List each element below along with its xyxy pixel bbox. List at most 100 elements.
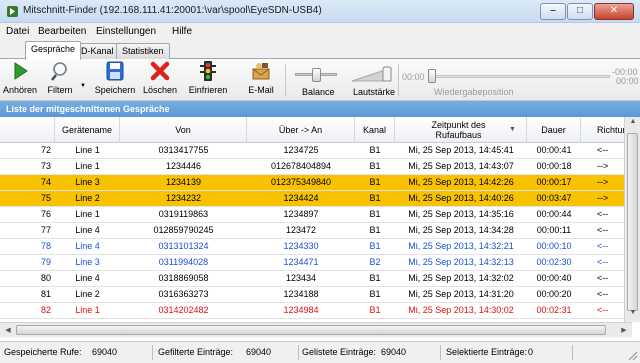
table-row[interactable]: 72 Line 1 0313417755 1234725 B1 Mi, 25 Sep 20… <box>0 143 632 159</box>
duration-cell: 00:00:44 <box>536 209 572 219</box>
status-selected-value: 0 <box>528 347 534 357</box>
balance-slider-knob[interactable] <box>312 68 321 82</box>
tab-gespraeche[interactable]: Gespräche <box>25 41 82 60</box>
menu-bearbeiten[interactable]: Bearbeiten <box>38 26 86 37</box>
table-row[interactable]: 73 Line 1 1234446 012678404894 B1 Mi, 25 Sep … <box>0 159 632 175</box>
row-index: 76 <box>40 209 51 219</box>
playback-track[interactable] <box>428 75 610 78</box>
delete-button[interactable]: Löschen <box>140 61 180 99</box>
duration-cell: 00:00:20 <box>536 289 572 299</box>
to-cell: 1234330 <box>283 241 319 251</box>
row-index: 82 <box>40 305 51 315</box>
volume-slider[interactable] <box>351 66 393 82</box>
time-cell: Mi, 25 Sep 2013, 14:32:13 <box>408 257 514 267</box>
playback-start-time: 00:00 <box>402 72 425 82</box>
status-listed-label: Gelistete Einträge: <box>302 347 377 357</box>
tab-d-kanal[interactable]: D-Kanal <box>75 43 120 59</box>
channel-cell: B1 <box>369 209 381 219</box>
table-row[interactable]: 80 Line 4 0318869058 123434 B1 Mi, 25 Sep 201… <box>0 271 632 287</box>
minimize-button[interactable]: – <box>540 3 566 20</box>
menu-datei[interactable]: Datei <box>6 26 29 37</box>
balance-label: Balance <box>302 87 335 97</box>
device-cell: Line 2 <box>75 193 100 203</box>
from-cell: 1234139 <box>165 177 202 187</box>
filter-dropdown-icon[interactable]: ▼ <box>80 83 86 89</box>
menu-hilfe[interactable]: Hilfe <box>172 26 192 37</box>
freeze-button[interactable]: Einfrieren <box>184 61 232 99</box>
header-channel[interactable]: Kanal <box>355 117 395 143</box>
from-cell: 0313417755 <box>158 145 209 155</box>
table-row[interactable]: 75 Line 2 1234232 1234424 B1 Mi, 25 Sep 2013,… <box>0 191 632 207</box>
vertical-scroll-thumb[interactable] <box>627 133 638 311</box>
vertical-scrollbar[interactable]: ▲ ▼ <box>624 117 640 322</box>
playback-label: Wiedergabeposition <box>434 87 514 97</box>
email-button[interactable]: E-Mail <box>244 61 278 99</box>
from-cell: 0318869058 <box>158 273 209 283</box>
red-x-icon <box>150 61 170 81</box>
from-cell: 0314202482 <box>158 305 209 315</box>
time-cell: Mi, 25 Sep 2013, 14:42:26 <box>408 177 514 187</box>
filter-button[interactable]: Filtern <box>40 61 80 99</box>
to-cell: 012678404894 <box>270 161 332 171</box>
header-device[interactable]: Gerätename <box>55 117 120 143</box>
toolbar: Anhören Filtern ▼ Speichern Löschen Einf… <box>0 59 640 101</box>
table-row[interactable]: 79 Line 3 0311994028 1234471 B2 Mi, 25 Sep 20… <box>0 255 632 271</box>
table-row[interactable]: 78 Line 4 0313101324 1234330 B1 Mi, 25 Sep 20… <box>0 239 632 255</box>
header-from[interactable]: Von <box>120 117 247 143</box>
device-cell: Line 3 <box>75 257 100 267</box>
table-row[interactable]: 76 Line 1 0319119863 1234897 B1 Mi, 25 Sep 20… <box>0 207 632 223</box>
device-cell: Line 4 <box>75 241 100 251</box>
to-cell: 1234424 <box>283 193 319 203</box>
device-cell: Line 4 <box>75 225 100 235</box>
duration-cell: 00:02:30 <box>536 257 572 267</box>
channel-cell: B1 <box>369 225 381 235</box>
to-cell: 1234471 <box>283 257 319 267</box>
header-to[interactable]: Über -> An <box>247 117 355 143</box>
device-cell: Line 4 <box>75 273 100 283</box>
menu-einstellungen[interactable]: Einstellungen <box>96 26 156 37</box>
table-row[interactable]: 81 Line 2 0316363273 1234188 B1 Mi, 25 Sep 20… <box>0 287 632 303</box>
to-cell: 1234984 <box>283 305 319 315</box>
scroll-up-icon[interactable]: ▲ <box>625 118 640 132</box>
tab-strip: Gespräche D-Kanal Statistiken <box>0 41 640 60</box>
duration-cell: 00:00:10 <box>536 241 572 251</box>
menu-bar: Datei Bearbeiten Einstellungen Hilfe <box>0 23 640 41</box>
row-index: 74 <box>40 177 51 187</box>
time-cell: Mi, 25 Sep 2013, 14:45:41 <box>408 145 514 155</box>
time-cell: Mi, 25 Sep 2013, 14:34:28 <box>408 225 514 235</box>
scroll-right-icon[interactable]: ▶ <box>617 324 631 337</box>
close-button[interactable]: ✕ <box>594 3 634 20</box>
header-time[interactable]: Zeitpunkt des Rufaufbaus <box>395 117 527 143</box>
row-index: 78 <box>40 241 51 251</box>
maximize-button[interactable]: □ <box>567 3 593 20</box>
row-index: 81 <box>40 289 51 299</box>
save-button[interactable]: Speichern <box>92 61 138 99</box>
status-listed-value: 69040 <box>381 347 407 357</box>
status-saved-value: 69040 <box>92 347 118 357</box>
volume-label: Lautstärke <box>353 87 396 97</box>
playback-knob[interactable] <box>428 69 436 83</box>
calls-table: Gerätename Von Über -> An Kanal Zeitpunk… <box>0 117 632 330</box>
duration-cell: 00:00:11 <box>536 225 572 235</box>
table-row[interactable]: 74 Line 3 1234139 012375349840 B1 Mi, 25 Sep … <box>0 175 632 191</box>
floppy-disk-icon <box>106 61 124 81</box>
device-cell: Line 3 <box>75 177 100 187</box>
play-icon <box>14 62 28 80</box>
table-row[interactable]: 77 Line 4 012859790245 123472 B1 Mi, 25 Sep 2… <box>0 223 632 239</box>
row-index: 75 <box>40 193 51 203</box>
horizontal-scrollbar[interactable]: ◀ ▶ <box>0 322 632 337</box>
to-cell: 1234897 <box>283 209 319 219</box>
horizontal-scroll-thumb[interactable] <box>16 325 606 335</box>
table-header: Gerätename Von Über -> An Kanal Zeitpunk… <box>0 117 632 143</box>
device-cell: Line 1 <box>75 209 100 219</box>
scroll-left-icon[interactable]: ◀ <box>1 324 15 337</box>
play-button[interactable]: Anhören <box>3 61 37 99</box>
header-duration[interactable]: Dauer <box>527 117 581 143</box>
table-row[interactable]: 82 Line 1 0314202482 1234984 B1 Mi, 25 Sep 20… <box>0 303 632 319</box>
device-cell: Line 1 <box>75 161 100 171</box>
row-index: 72 <box>40 145 51 155</box>
tab-statistiken[interactable]: Statistiken <box>116 43 170 59</box>
resize-grip-icon[interactable] <box>626 349 638 361</box>
channel-cell: B1 <box>369 161 381 171</box>
scroll-down-icon[interactable]: ▼ <box>625 309 640 323</box>
